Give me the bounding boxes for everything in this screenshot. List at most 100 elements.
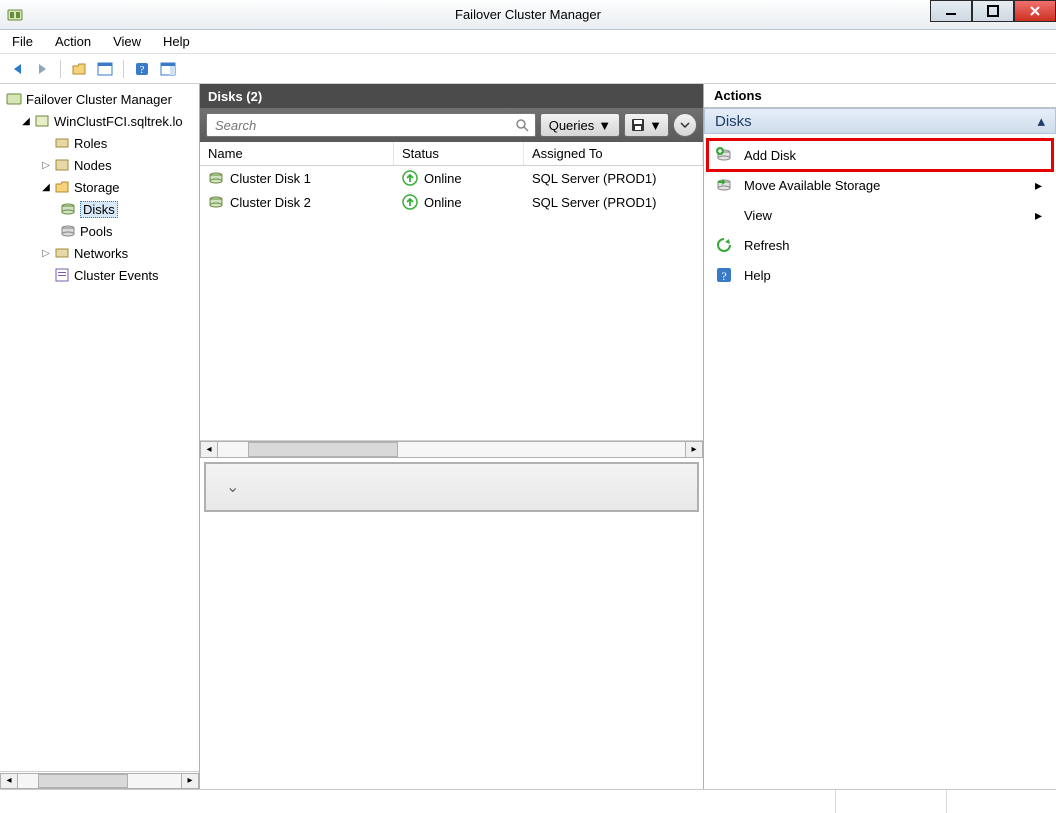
details-expander[interactable]: ⌄ [204, 462, 699, 512]
list-hscrollbar[interactable]: ◂ ▸ [200, 440, 703, 458]
move-storage-icon [714, 176, 734, 194]
search-input[interactable] [213, 117, 515, 134]
menu-help[interactable]: Help [159, 31, 194, 52]
nodes-icon [54, 157, 70, 173]
expand-search-button[interactable] [673, 113, 697, 137]
center-pane: Disks (2) Queries ▼ ▼ Name Status Assign… [200, 84, 704, 789]
tree-networks-label: Networks [74, 246, 128, 261]
expander-icon[interactable]: ◢ [20, 115, 32, 127]
add-disk-icon [714, 146, 734, 164]
minimize-button[interactable] [930, 0, 972, 22]
nav-forward-button[interactable] [30, 57, 54, 81]
svg-text:?: ? [721, 269, 726, 283]
disks-icon [60, 201, 76, 217]
scroll-track[interactable] [18, 773, 181, 789]
tree-root[interactable]: Failover Cluster Manager [0, 88, 199, 110]
actions-section-label: Disks [715, 113, 752, 130]
tree-nodes[interactable]: ▷ Nodes [0, 154, 199, 176]
close-button[interactable] [1014, 0, 1056, 22]
action-help[interactable]: ? Help [708, 260, 1052, 290]
column-assigned[interactable]: Assigned To [524, 142, 703, 165]
action-add-disk[interactable]: Add Disk [708, 140, 1052, 170]
tree-storage[interactable]: ◢ Storage [0, 176, 199, 198]
tree-cluster-label: WinClustFCI.sqltrek.lo [54, 114, 183, 129]
expander-icon[interactable]: ▷ [40, 159, 52, 171]
action-view[interactable]: View ▸ [708, 200, 1052, 230]
actions-list: Add Disk Move Available Storage ▸ View ▸… [704, 134, 1056, 296]
tree-cluster-events[interactable]: Cluster Events [0, 264, 199, 286]
tree-roles-label: Roles [74, 136, 107, 151]
search-icon[interactable] [515, 118, 529, 132]
help-button[interactable]: ? [130, 57, 154, 81]
save-dropdown[interactable]: ▼ [624, 113, 669, 137]
statusbar [0, 789, 1056, 813]
svg-text:?: ? [140, 64, 145, 76]
list-header: Name Status Assigned To [200, 142, 703, 166]
disk-name: Cluster Disk 2 [230, 195, 311, 210]
status-online-icon [402, 194, 418, 210]
action-refresh[interactable]: Refresh [708, 230, 1052, 260]
menu-action[interactable]: Action [51, 31, 95, 52]
menu-view[interactable]: View [109, 31, 145, 52]
scroll-track[interactable] [218, 441, 685, 458]
submenu-arrow-icon: ▸ [1035, 207, 1042, 224]
help-icon: ? [714, 266, 734, 284]
tree-events-label: Cluster Events [74, 268, 159, 283]
refresh-icon [714, 236, 734, 254]
submenu-arrow-icon: ▸ [1035, 177, 1042, 194]
events-icon [54, 267, 70, 283]
tree-pools-label: Pools [80, 224, 113, 239]
main-area: Failover Cluster Manager ◢ WinClustFCI.s… [0, 84, 1056, 789]
maximize-button[interactable] [972, 0, 1014, 22]
tree-hscrollbar[interactable]: ◂ ▸ [0, 771, 199, 789]
tree-cluster[interactable]: ◢ WinClustFCI.sqltrek.lo [0, 110, 199, 132]
action-label: Help [744, 268, 1042, 283]
disk-status: Online [424, 195, 462, 210]
actions-title: Actions [704, 84, 1056, 108]
cluster-manager-icon [6, 91, 22, 107]
menubar: File Action View Help [0, 30, 1056, 54]
list-row[interactable]: Cluster Disk 2 Online SQL Server (PROD1) [200, 190, 703, 214]
scroll-right-button[interactable]: ▸ [685, 441, 703, 458]
menu-file[interactable]: File [8, 31, 37, 52]
titlebar: Failover Cluster Manager [0, 0, 1056, 30]
disk-icon [208, 194, 224, 210]
disk-icon [208, 170, 224, 186]
chevron-down-icon: ▼ [598, 118, 611, 133]
window-title: Failover Cluster Manager [0, 7, 1056, 22]
status-online-icon [402, 170, 418, 186]
scroll-thumb[interactable] [38, 774, 128, 788]
search-box[interactable] [206, 113, 536, 137]
scroll-thumb[interactable] [248, 442, 398, 457]
tree-roles[interactable]: Roles [0, 132, 199, 154]
chevron-down-icon [680, 120, 690, 130]
column-status[interactable]: Status [394, 142, 524, 165]
tree-disks[interactable]: Disks [0, 198, 199, 220]
tree-networks[interactable]: ▷ Networks [0, 242, 199, 264]
list-row[interactable]: Cluster Disk 1 Online SQL Server (PROD1) [200, 166, 703, 190]
expander-spacer [40, 137, 52, 149]
scroll-left-button[interactable]: ◂ [0, 773, 18, 789]
pools-icon [60, 223, 76, 239]
nav-back-button[interactable] [6, 57, 30, 81]
show-hide-tree-button[interactable] [93, 57, 117, 81]
chevron-down-icon: ⌄ [226, 477, 239, 497]
expander-icon[interactable]: ▷ [40, 247, 52, 259]
tree-root-label: Failover Cluster Manager [26, 92, 172, 107]
folder-up-button[interactable] [67, 57, 91, 81]
toolbar-separator [123, 60, 124, 78]
action-move-storage[interactable]: Move Available Storage ▸ [708, 170, 1052, 200]
column-name[interactable]: Name [200, 142, 394, 165]
actions-section-header[interactable]: Disks ▴ [704, 108, 1056, 134]
roles-icon [54, 135, 70, 151]
queries-dropdown[interactable]: Queries ▼ [540, 113, 620, 137]
search-row: Queries ▼ ▼ [200, 108, 703, 142]
scroll-left-button[interactable]: ◂ [200, 441, 218, 458]
show-hide-actions-button[interactable] [156, 57, 180, 81]
status-cell-group [836, 790, 1056, 813]
tree-pools[interactable]: Pools [0, 220, 199, 242]
tree-disks-label: Disks [80, 201, 118, 218]
scroll-right-button[interactable]: ▸ [181, 773, 199, 789]
expander-icon[interactable]: ◢ [40, 181, 52, 193]
tree-pane: Failover Cluster Manager ◢ WinClustFCI.s… [0, 84, 200, 789]
